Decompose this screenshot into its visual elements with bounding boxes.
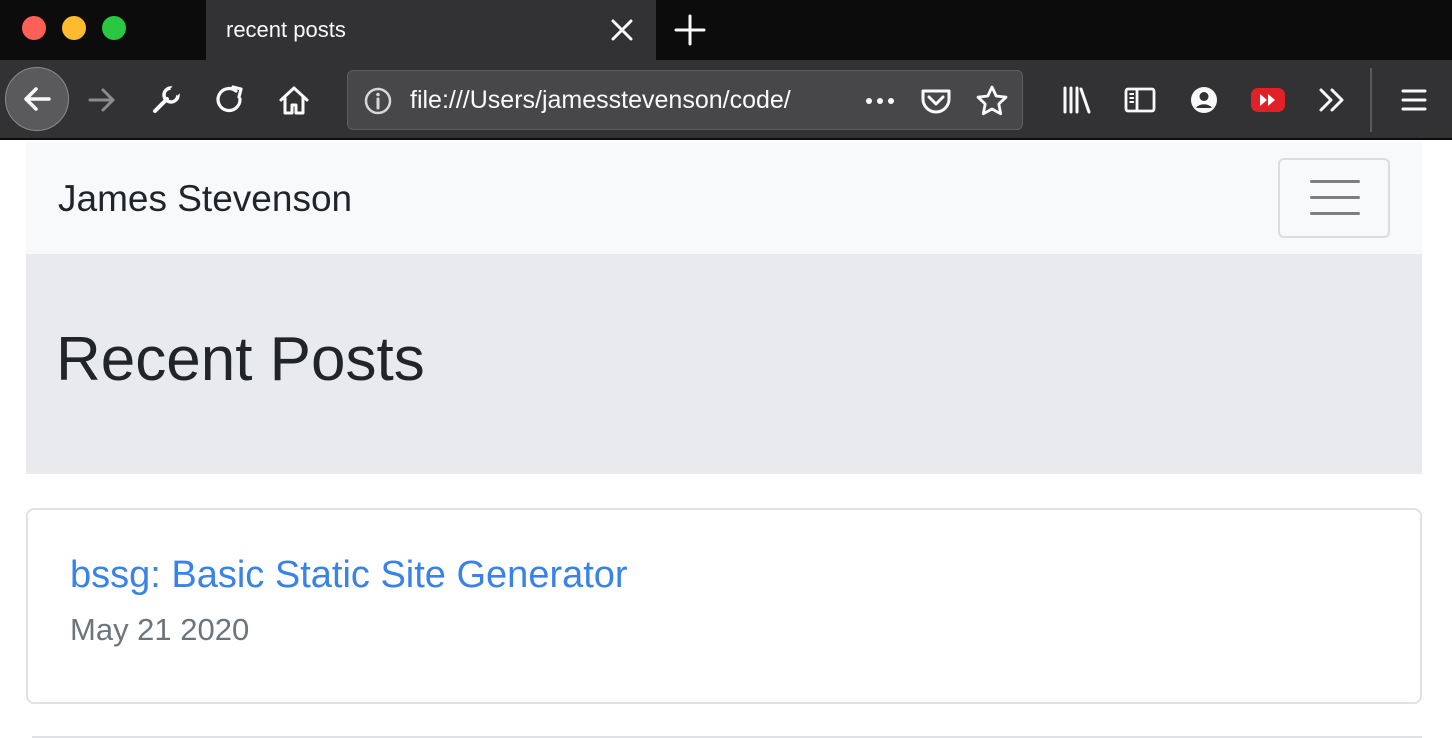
- star-icon[interactable]: [974, 83, 1010, 119]
- page-title: Recent Posts: [56, 325, 425, 394]
- jumbotron: Recent Posts: [26, 254, 1422, 474]
- library-icon[interactable]: [1054, 78, 1098, 122]
- toggler-bar: [1310, 180, 1360, 183]
- sidebar-icon[interactable]: [1118, 78, 1162, 122]
- post-card: bssg: Basic Static Site Generator May 21…: [26, 508, 1422, 704]
- tab-bar: recent posts: [0, 0, 1452, 60]
- back-icon[interactable]: [5, 67, 69, 131]
- url-text[interactable]: file:///Users/jamesstevenson/code/: [410, 86, 850, 115]
- youtube-icon[interactable]: [1246, 78, 1290, 122]
- overflow-icon[interactable]: [1310, 78, 1354, 122]
- toolbar-separator: [1370, 68, 1372, 132]
- info-icon[interactable]: [360, 83, 396, 119]
- browser-tab[interactable]: recent posts: [206, 0, 656, 60]
- post-date: May 21 2020: [70, 612, 250, 647]
- new-tab-icon[interactable]: [672, 12, 708, 48]
- url-bar[interactable]: file:///Users/jamesstevenson/code/: [347, 70, 1023, 130]
- account-icon[interactable]: [1182, 78, 1226, 122]
- home-icon[interactable]: [272, 78, 316, 122]
- site-brand-link[interactable]: James Stevenson: [58, 178, 352, 220]
- minimize-window-button[interactable]: [62, 16, 86, 40]
- toggler-bar: [1310, 212, 1360, 215]
- zoom-window-button[interactable]: [102, 16, 126, 40]
- browser-toolbar: file:///Users/jamesstevenson/code/: [0, 60, 1452, 140]
- toggler-bar: [1310, 196, 1360, 199]
- close-tab-icon[interactable]: [606, 14, 638, 46]
- tab-title: recent posts: [226, 17, 346, 42]
- hamburger-menu-icon[interactable]: [1392, 78, 1436, 122]
- wrench-icon[interactable]: [144, 78, 188, 122]
- forward-icon[interactable]: [80, 78, 124, 122]
- post-title-link[interactable]: bssg: Basic Static Site Generator: [70, 554, 628, 597]
- close-window-button[interactable]: [22, 16, 46, 40]
- navbar-toggler-button[interactable]: [1278, 158, 1390, 238]
- reload-icon[interactable]: [208, 78, 252, 122]
- more-dots-icon[interactable]: [862, 83, 898, 119]
- site-navbar: James Stevenson: [26, 142, 1422, 254]
- pocket-icon[interactable]: [918, 83, 954, 119]
